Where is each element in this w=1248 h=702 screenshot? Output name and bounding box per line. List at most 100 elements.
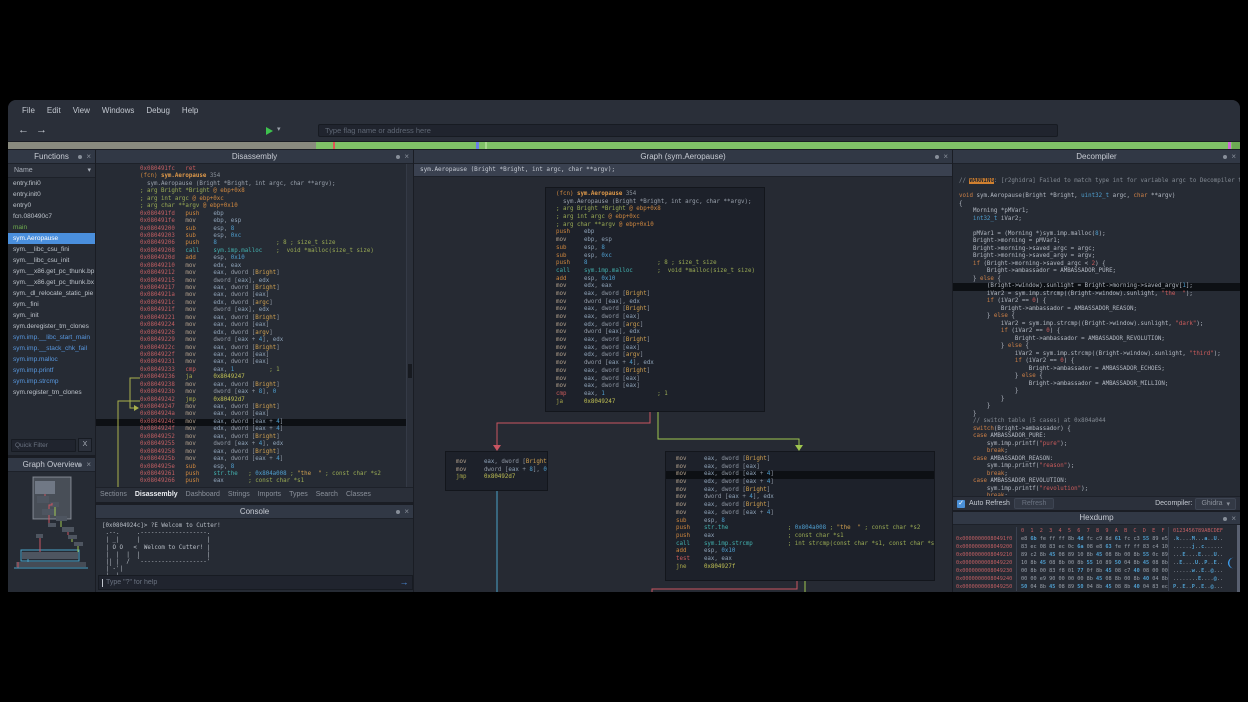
graph-line[interactable]: mov eax, dword [Bright] bbox=[556, 368, 764, 376]
disasm-line[interactable]: ; arg Bright *Bright @ ebp+0x8 bbox=[140, 188, 413, 195]
disasm-line[interactable]: 0x08049261 push str.the ; 0x804a008 ; "t… bbox=[140, 471, 413, 478]
decompiler-line[interactable]: } else { bbox=[959, 343, 1240, 351]
hexdump-row[interactable]: 0x000000000804920083 ec 08 83 ec 0c 6a 0… bbox=[953, 543, 1240, 551]
function-item[interactable]: sym.imp.__stack_chk_fail bbox=[8, 343, 95, 354]
graph-line[interactable]: jmp 0x80492d7 bbox=[456, 474, 547, 482]
decompiler-line[interactable] bbox=[959, 223, 1240, 231]
hexdump-row[interactable]: 0x000000000804925050 04 8b 45 08 89 50 0… bbox=[953, 583, 1240, 591]
function-item[interactable]: sym._fini bbox=[8, 299, 95, 310]
graph-line[interactable]: call sym.imp.strcmp ; int strcmp(const c… bbox=[676, 541, 934, 549]
graph-line[interactable]: mov eax, dword [eax] bbox=[556, 314, 764, 322]
graph-line[interactable]: sym.Aeropause (Bright *Bright, int argc,… bbox=[556, 199, 764, 207]
graph-line[interactable]: mov eax, dword [eax + 4] bbox=[676, 510, 934, 518]
decompiler-line[interactable]: } else { bbox=[959, 373, 1240, 381]
console-line[interactable]: | _| | | bbox=[102, 537, 413, 544]
graph-line[interactable]: mov eax, dword [Bright] bbox=[456, 459, 547, 467]
disasm-line[interactable]: 0x08049252 mov eax, dword [Bright] bbox=[140, 434, 413, 441]
refresh-button[interactable]: Refresh bbox=[1014, 498, 1055, 509]
debug-play-icon[interactable] bbox=[266, 127, 273, 135]
function-item[interactable]: entry.fini0 bbox=[8, 178, 95, 189]
tab-types[interactable]: Types bbox=[285, 488, 312, 502]
graph-line[interactable]: mov edx, dword [eax + 4] bbox=[676, 479, 934, 487]
graph-line[interactable]: mov dword [eax + 4], edx bbox=[556, 360, 764, 368]
forward-arrow-icon[interactable]: → bbox=[36, 123, 47, 137]
graph-block-entry[interactable]: (fcn) sym.Aeropause 354 sym.Aeropause (B… bbox=[545, 187, 765, 412]
disasm-line[interactable]: 0x08049242 jmp 0x80492d7 bbox=[140, 397, 413, 404]
function-item[interactable]: main bbox=[8, 222, 95, 233]
graph-line[interactable]: mov eax, dword [Bright] bbox=[556, 337, 764, 345]
panel-menu-icon[interactable] bbox=[935, 155, 939, 159]
function-item[interactable]: sym.__x86.get_pc_thunk.bx bbox=[8, 277, 95, 288]
console-line[interactable]: || | / `-------------------' bbox=[102, 559, 413, 566]
graph-line[interactable]: mov ebp, esp bbox=[556, 237, 764, 245]
decompiler-line[interactable]: } bbox=[959, 403, 1240, 411]
disasm-line[interactable]: 0x08049200 sub esp, 8 bbox=[140, 226, 413, 233]
decompiler-line[interactable]: int32_t iVar2; bbox=[959, 216, 1240, 224]
graph-block-true-branch[interactable]: mov eax, dword [Bright] mov eax, dword [e… bbox=[665, 451, 935, 581]
disasm-line[interactable]: 0x080491fe mov ebp, esp bbox=[140, 218, 413, 225]
decompiler-line[interactable]: Bright->morning->saved_argv = argv; bbox=[959, 253, 1240, 261]
decompiler-line[interactable]: if (iVar2 == 0) { bbox=[959, 358, 1240, 366]
decompiler-line[interactable] bbox=[959, 186, 1240, 194]
panel-menu-icon[interactable] bbox=[1223, 517, 1227, 521]
disasm-line[interactable]: 0x0804923b mov dword [eax + 8], 0 bbox=[140, 389, 413, 396]
disasm-line[interactable]: 0x08049212 mov eax, dword [Bright] bbox=[140, 270, 413, 277]
graph-canvas[interactable]: (fcn) sym.Aeropause 354 sym.Aeropause (B… bbox=[414, 177, 952, 592]
disasm-line[interactable]: 0x080491fd push ebp bbox=[140, 211, 413, 218]
decompiler-line[interactable]: // WARNING: [r2ghidra] Failed to match t… bbox=[959, 178, 1240, 186]
decompiler-line[interactable]: sym.imp.printf("pure"); bbox=[959, 441, 1240, 449]
disasm-line[interactable]: 0x08049266 push eax ; const char *s1 bbox=[140, 478, 413, 485]
console-line[interactable]: | | | | | bbox=[102, 552, 413, 559]
hexdump-table[interactable]: 0 1 2 3 4 5 6 7 8 9 A B C D E F012345678… bbox=[953, 525, 1240, 591]
graph-line[interactable]: push 8 ; 8 ; size_t size bbox=[556, 260, 764, 268]
close-icon[interactable]: × bbox=[404, 150, 409, 163]
decompiler-line[interactable]: case AMBASSADOR_PURE: bbox=[959, 433, 1240, 441]
graph-line[interactable]: mov eax, dword [eax + 4] bbox=[666, 471, 934, 479]
decompiler-line[interactable]: break; bbox=[959, 471, 1240, 479]
function-item[interactable]: sym.__libc_csu_init bbox=[8, 255, 95, 266]
disasm-line[interactable]: 0x08049247 mov eax, dword [Bright] bbox=[140, 404, 413, 411]
console-panel-title[interactable]: Console × bbox=[96, 505, 413, 519]
graph-line[interactable]: (fcn) sym.Aeropause 354 bbox=[556, 191, 764, 199]
graph-line[interactable]: sub esp, 8 bbox=[556, 245, 764, 253]
function-item[interactable]: fcn.080490c7 bbox=[8, 211, 95, 222]
function-item[interactable]: sym._dl_relocate_static_pie bbox=[8, 288, 95, 299]
disasm-line[interactable]: 0x08049210 mov edx, eax bbox=[140, 263, 413, 270]
graph-line[interactable]: mov eax, dword [Bright] bbox=[556, 306, 764, 314]
decompiler-line[interactable]: Bright->ambassador = AMBASSADOR_ECHOES; bbox=[959, 366, 1240, 374]
graph-line[interactable]: add esp, 0x10 bbox=[676, 548, 934, 556]
tab-strings[interactable]: Strings bbox=[224, 488, 254, 502]
decompiler-line[interactable]: if (Bright->morning->saved_argc < 2) { bbox=[959, 261, 1240, 269]
menu-item-debug[interactable]: Debug bbox=[140, 103, 176, 118]
disasm-line[interactable]: 0x08049217 mov eax, dword [Bright] bbox=[140, 285, 413, 292]
graph-line[interactable]: mov dword [eax + 4], edx bbox=[676, 494, 934, 502]
decompiler-line[interactable]: } else { bbox=[959, 313, 1240, 321]
disasm-line[interactable]: ; arg char **argv @ ebp+0x10 bbox=[140, 203, 413, 210]
decompiler-line[interactable]: sym.imp.printf("reason"); bbox=[959, 463, 1240, 471]
panel-menu-icon[interactable] bbox=[396, 510, 400, 514]
disasm-line[interactable]: 0x08049208 call sym.imp.malloc ; void *m… bbox=[140, 248, 413, 255]
function-item[interactable]: sym.deregister_tm_clones bbox=[8, 321, 95, 332]
graph-line[interactable]: mov eax, dword [Bright] bbox=[676, 487, 934, 495]
graph-line[interactable]: mov edx, dword [argv] bbox=[556, 352, 764, 360]
panel-menu-icon[interactable] bbox=[396, 155, 400, 159]
panel-menu-icon[interactable] bbox=[78, 463, 82, 467]
disasm-line[interactable]: 0x08049215 mov dword [eax], edx bbox=[140, 278, 413, 285]
hexdump-row[interactable]: 0x000000000804922010 8b 45 08 8b 00 8b 5… bbox=[953, 559, 1240, 567]
disasm-line[interactable]: 0x08049221 mov eax, dword [Bright] bbox=[140, 315, 413, 322]
clear-filter-button[interactable]: X bbox=[78, 438, 92, 452]
close-icon[interactable]: × bbox=[1231, 150, 1236, 163]
graph-panel-title[interactable]: Graph (sym.Aeropause) × bbox=[414, 150, 952, 164]
disasm-line[interactable]: 0x0804924c mov eax, dword [eax + 4] bbox=[96, 419, 413, 426]
menu-item-view[interactable]: View bbox=[67, 103, 96, 118]
disasm-line[interactable]: 0x08049224 mov eax, dword [eax] bbox=[140, 322, 413, 329]
graph-overview-title[interactable]: Graph Overview × bbox=[8, 458, 95, 472]
decompiler-line[interactable]: // switch table (5 cases) at 0x804a044 bbox=[959, 418, 1240, 426]
hexdump-row[interactable]: 0x000000000804923000 8b 00 83 f8 01 77 0… bbox=[953, 567, 1240, 575]
disasm-line[interactable]: 0x0804921c mov edx, dword [argc] bbox=[140, 300, 413, 307]
menu-item-windows[interactable]: Windows bbox=[96, 103, 140, 118]
disasm-line[interactable]: 0x08049229 mov dword [eax + 4], edx bbox=[140, 337, 413, 344]
decompiler-line[interactable]: sym.imp.printf("revolution"); bbox=[959, 486, 1240, 494]
debug-dropdown-caret-icon[interactable]: ▾ bbox=[277, 125, 281, 133]
graph-line[interactable]: mov dword [eax], edx bbox=[556, 299, 764, 307]
